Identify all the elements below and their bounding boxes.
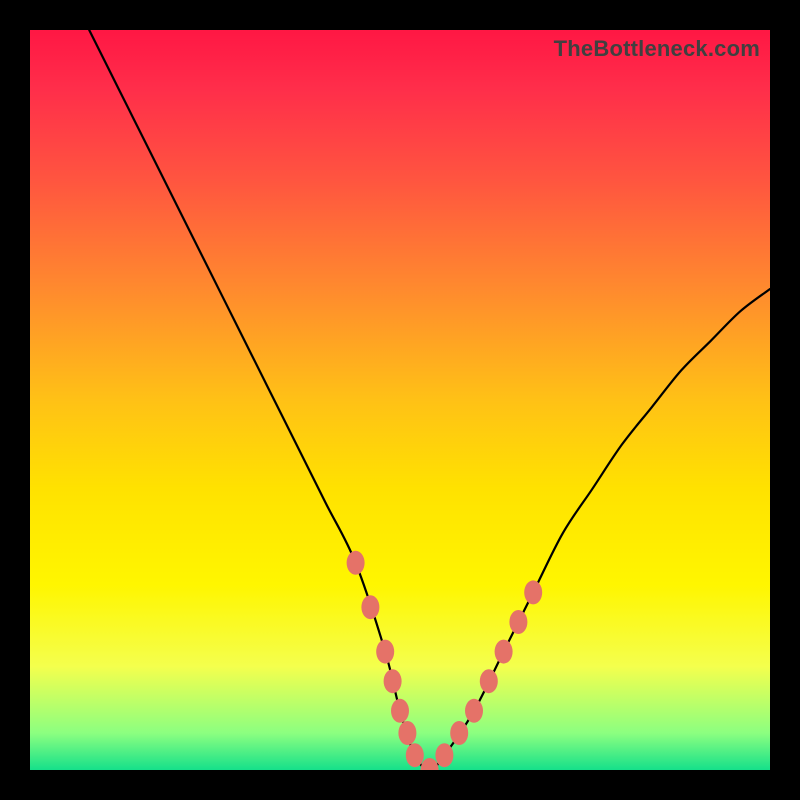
marker-dot (480, 669, 498, 693)
plot-area (30, 30, 770, 770)
chart-frame: TheBottleneck.com (30, 30, 770, 770)
marker-dot (347, 551, 365, 575)
marker-dot (509, 610, 527, 634)
marker-dot (376, 640, 394, 664)
marker-dot (435, 743, 453, 767)
marker-dot (361, 595, 379, 619)
marker-dot (384, 669, 402, 693)
marker-dot (391, 699, 409, 723)
marker-dot (495, 640, 513, 664)
marker-dot (450, 721, 468, 745)
chart-svg (30, 30, 770, 770)
gradient-background (30, 30, 770, 770)
marker-dot (465, 699, 483, 723)
marker-dot (406, 743, 424, 767)
marker-dot (524, 580, 542, 604)
watermark-text: TheBottleneck.com (554, 36, 760, 62)
marker-dot (398, 721, 416, 745)
